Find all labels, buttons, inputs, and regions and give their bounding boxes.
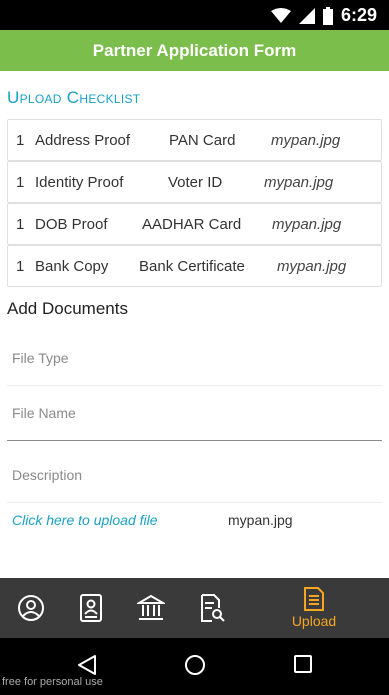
status-bar: 6:29 [0,0,389,30]
file-name: mypan.jpg [277,258,347,275]
status-time: 6:29 [340,5,377,25]
back-icon[interactable] [77,654,97,676]
document-type: PAN Card [169,132,236,149]
signal-icon [298,7,315,24]
system-nav-bar: free for personal use [0,638,389,695]
file-name: mypan.jpg [272,216,342,233]
nav-upload-label: Upload [291,613,337,629]
checklist-row[interactable]: 1 Identity Proof Voter ID mypan.jpg [7,161,382,203]
recent-apps-icon[interactable] [293,654,313,674]
upload-file-link[interactable]: Click here to upload file [12,512,158,528]
checklist: 1 Address Proof PAN Card mypan.jpg 1 Ide… [7,119,382,287]
row-count: 1 [16,132,25,149]
battery-icon [322,6,333,25]
proof-type: DOB Proof [35,216,108,233]
file-type-input[interactable] [7,330,382,385]
file-name: mypan.jpg [264,174,334,191]
bottom-nav: Upload [0,578,389,638]
row-count: 1 [16,174,25,191]
nav-bank[interactable] [136,578,166,638]
bank-icon [137,594,165,620]
nav-profile[interactable] [12,578,50,638]
row-count: 1 [16,216,25,233]
checklist-row[interactable]: 1 DOB Proof AADHAR Card mypan.jpg [7,203,382,245]
document-type: AADHAR Card [142,216,242,233]
nav-id-card[interactable] [76,578,106,638]
file-name-input[interactable] [7,385,382,440]
uploaded-file-name: mypan.jpg [228,512,293,528]
checklist-title: Upload Checklist [7,88,141,107]
proof-type: Address Proof [35,132,131,149]
file-name-field [7,385,382,441]
description-input[interactable] [7,447,382,502]
document-type: Voter ID [168,174,223,191]
add-documents-title: Add Documents [7,299,128,318]
document-type: Bank Certificate [139,258,245,275]
watermark: free for personal use [2,676,103,688]
app-bar: Partner Application Form [0,30,389,71]
status-icons: 6:29 [270,5,377,26]
id-card-icon [80,594,102,622]
description-field [7,447,382,503]
home-icon[interactable] [184,654,206,676]
profile-icon [18,595,44,621]
nav-document-search[interactable] [197,578,227,638]
checklist-row[interactable]: 1 Address Proof PAN Card mypan.jpg [7,119,382,161]
file-name: mypan.jpg [271,132,341,149]
page-title: Partner Application Form [92,40,297,60]
wifi-icon [270,7,291,23]
proof-type: Identity Proof [35,174,124,191]
upload-document-icon [304,587,324,611]
document-search-icon [201,594,225,622]
checklist-row[interactable]: 1 Bank Copy Bank Certificate mypan.jpg [7,245,382,287]
proof-type: Bank Copy [35,258,109,275]
row-count: 1 [16,258,25,275]
nav-upload[interactable]: Upload [284,578,344,638]
file-type-field [7,330,382,386]
